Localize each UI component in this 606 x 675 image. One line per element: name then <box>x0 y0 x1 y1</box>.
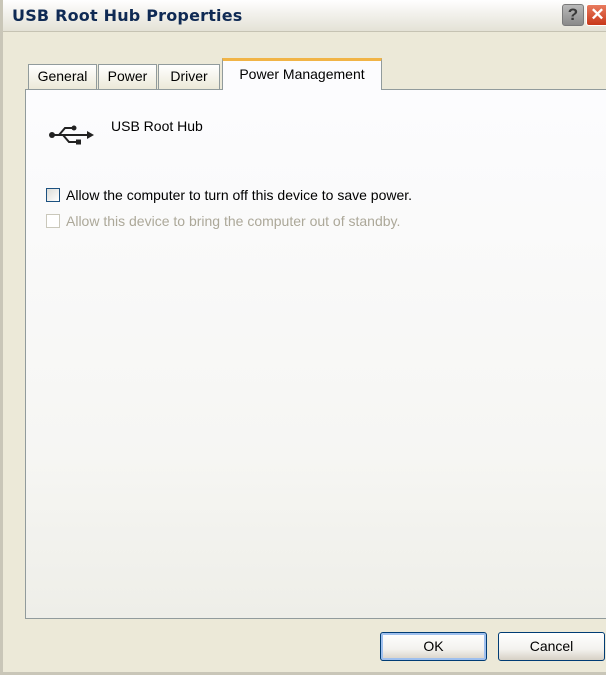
allow-turn-off-option[interactable]: Allow the computer to turn off this devi… <box>46 185 412 205</box>
title-bar[interactable]: USB Root Hub Properties ? ✕ <box>3 0 606 32</box>
tab-general[interactable]: General <box>28 64 97 89</box>
tab-power[interactable]: Power <box>98 64 157 89</box>
usb-icon <box>49 125 94 145</box>
device-name: USB Root Hub <box>111 118 203 134</box>
close-icon: ✕ <box>590 5 605 24</box>
allow-wake-label: Allow this device to bring the computer … <box>66 213 401 229</box>
allow-turn-off-label[interactable]: Allow the computer to turn off this devi… <box>66 187 412 203</box>
allow-turn-off-checkbox[interactable] <box>46 188 60 202</box>
tab-panel <box>25 89 606 619</box>
allow-wake-option: Allow this device to bring the computer … <box>46 211 400 231</box>
window-title: USB Root Hub Properties <box>12 6 243 25</box>
tab-power-management[interactable]: Power Management <box>222 58 382 90</box>
help-button[interactable]: ? <box>562 4 584 26</box>
close-button[interactable]: ✕ <box>586 4 606 26</box>
help-icon: ? <box>567 5 579 24</box>
properties-dialog: USB Root Hub Properties ? ✕ General Powe… <box>0 0 606 675</box>
cancel-button[interactable]: Cancel <box>498 632 605 661</box>
tab-driver[interactable]: Driver <box>158 64 220 89</box>
ok-button[interactable]: OK <box>380 632 487 661</box>
allow-wake-checkbox <box>46 214 60 228</box>
